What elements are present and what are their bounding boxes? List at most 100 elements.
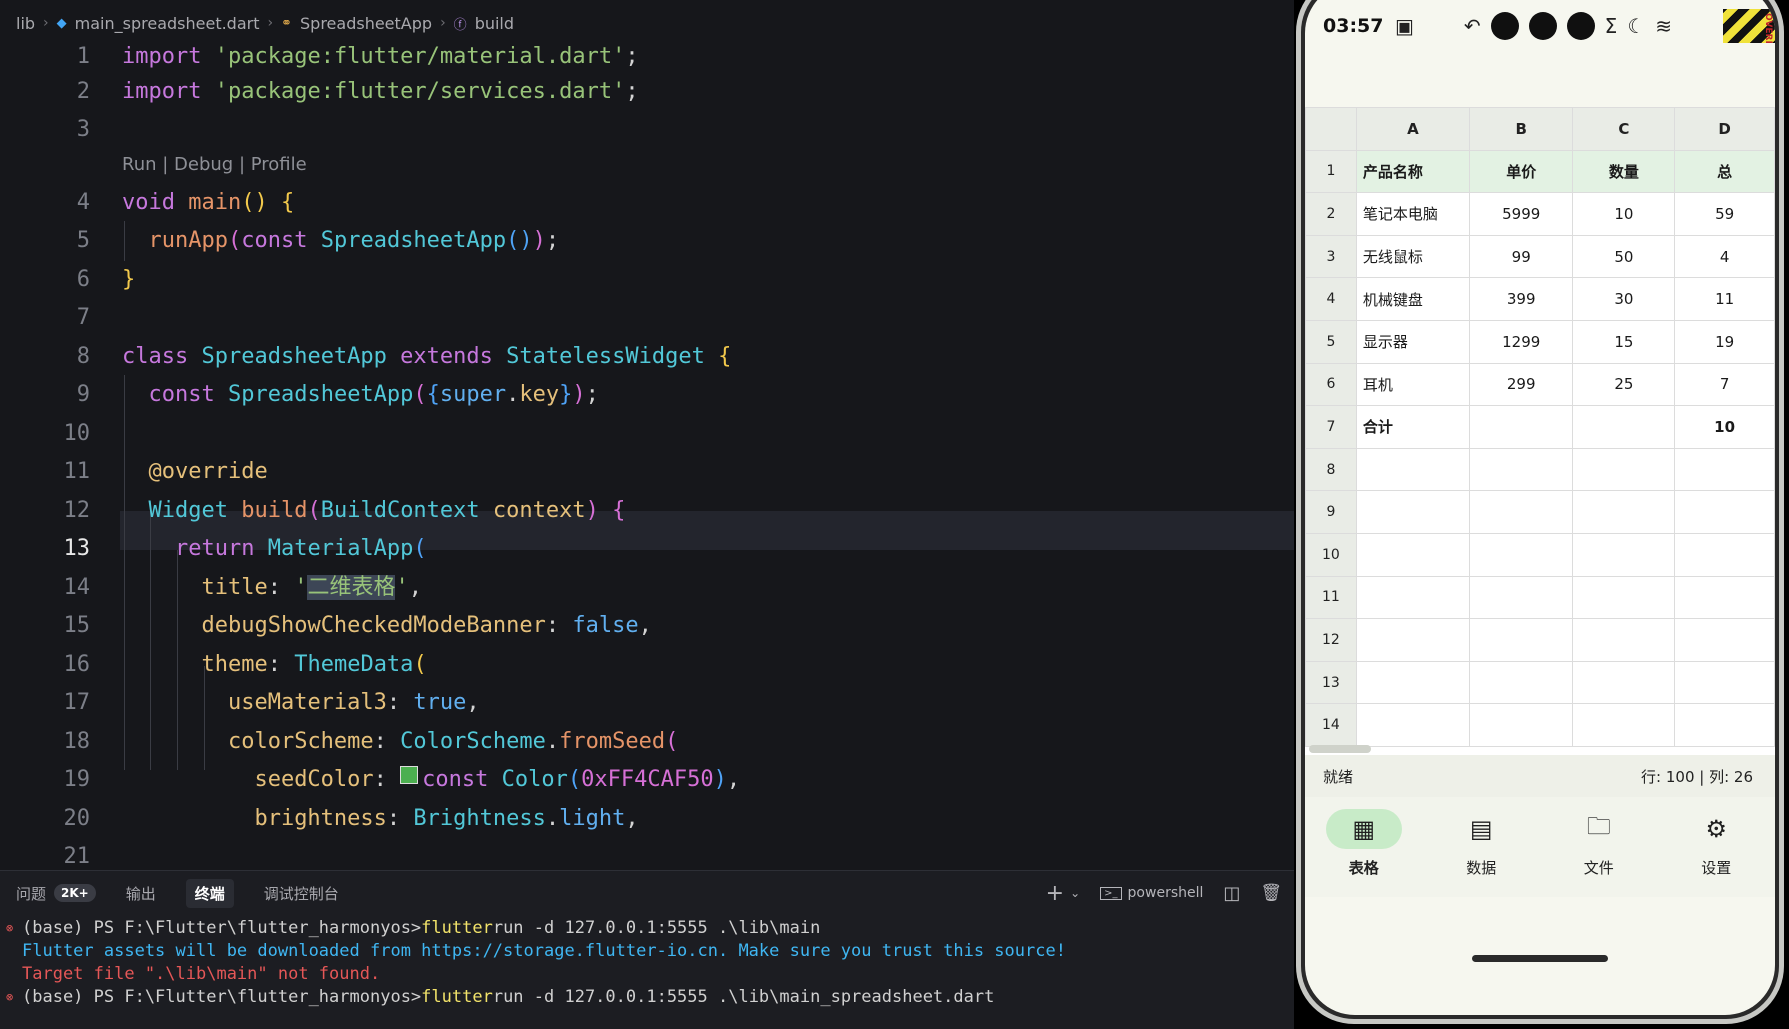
home-indicator[interactable] <box>1472 955 1608 962</box>
grid-cell[interactable]: 7 <box>1674 362 1775 407</box>
grid-cell[interactable] <box>1572 575 1676 620</box>
code-line[interactable]: colorScheme: ColorScheme.fromSeed( <box>122 723 678 762</box>
code-editor[interactable]: lib › ◆ main_spreadsheet.dart › ⚭ Spread… <box>0 0 1294 870</box>
nav-item-table[interactable]: ▦ 表格 <box>1309 809 1419 878</box>
grid-cell[interactable] <box>1468 575 1574 620</box>
grid-cell[interactable] <box>1355 532 1470 577</box>
row-header[interactable]: 2 <box>1305 192 1357 236</box>
grid-cell[interactable] <box>1355 660 1470 705</box>
tab-debug-console[interactable]: 调试控制台 <box>264 883 339 904</box>
grid-cell[interactable] <box>1674 490 1775 534</box>
row-header[interactable]: 5 <box>1305 319 1357 364</box>
grid-cell[interactable]: 19 <box>1674 319 1775 364</box>
new-terminal-icon[interactable]: + <box>1046 881 1064 906</box>
grid-cell[interactable]: 产品名称 <box>1355 149 1470 194</box>
row-header[interactable]: 7 <box>1305 405 1357 449</box>
row-header[interactable]: 3 <box>1305 234 1357 279</box>
code-line[interactable]: debugShowCheckedModeBanner: false, <box>122 607 651 646</box>
grid-cell[interactable] <box>1355 703 1470 747</box>
row-header[interactable]: 11 <box>1305 575 1357 620</box>
grid-cell[interactable] <box>1674 575 1775 620</box>
tab-terminal[interactable]: 终端 <box>185 878 234 908</box>
column-header-d[interactable]: D <box>1674 107 1775 151</box>
code-line[interactable]: class SpreadsheetApp extends StatelessWi… <box>122 338 731 377</box>
code-line[interactable]: runApp(const SpreadsheetApp()); <box>122 222 560 261</box>
grid-cell[interactable] <box>1674 532 1775 577</box>
selected-text[interactable]: 二维表格 <box>307 575 396 600</box>
grid-cell[interactable] <box>1355 490 1470 534</box>
code-line-active[interactable]: return MaterialApp( <box>122 530 427 569</box>
grid-cell[interactable] <box>1674 447 1775 492</box>
tab-problems[interactable]: 问题 2K+ <box>16 883 96 904</box>
grid-cell[interactable]: 1299 <box>1468 319 1574 364</box>
grid-cell[interactable] <box>1572 405 1676 449</box>
grid-cell[interactable] <box>1572 660 1676 705</box>
nav-item-settings[interactable]: ⚙ 设置 <box>1661 809 1771 878</box>
code-line[interactable]: Widget build(BuildContext context) { <box>122 492 626 531</box>
grid-cell[interactable]: 合计 <box>1355 405 1470 449</box>
grid-cell[interactable] <box>1674 660 1775 705</box>
code-line[interactable]: brightness: Brightness.light, <box>122 800 638 839</box>
nav-item-file[interactable]: 🗀 文件 <box>1544 809 1654 878</box>
terminal-shell-selector[interactable]: >_ powershell <box>1100 885 1203 901</box>
grid-cell[interactable] <box>1468 405 1574 449</box>
code-lens-run-debug-profile[interactable]: Run | Debug | Profile <box>122 146 307 184</box>
grid-cell[interactable]: 11 <box>1674 277 1775 321</box>
grid-cell[interactable]: 数量 <box>1572 149 1676 194</box>
code-line[interactable]: import 'package:flutter/material.dart'; <box>122 38 639 77</box>
grid-cell[interactable] <box>1468 618 1574 662</box>
grid-cell[interactable]: 99 <box>1468 234 1574 279</box>
row-header[interactable]: 9 <box>1305 490 1357 534</box>
grid-cell[interactable] <box>1468 660 1574 705</box>
grid-corner-cell[interactable] <box>1305 107 1357 151</box>
grid-cell[interactable]: 30 <box>1572 277 1676 321</box>
breadcrumb-item-lib[interactable]: lib <box>16 14 35 33</box>
grid-cell[interactable] <box>1572 447 1676 492</box>
grid-cell[interactable] <box>1468 532 1574 577</box>
breadcrumb-item-method[interactable]: build <box>475 14 514 33</box>
phone-screen[interactable]: 03:57 ▣ ↶ Σ ☾ ≋ OVERFLOWED <box>1305 0 1775 1015</box>
spreadsheet-grid[interactable]: A B C D 1 产品名称 单价 数量总 2 笔记本电脑 5999 10 59 3 无线鼠标 99 5… <box>1305 107 1775 755</box>
grid-cell[interactable]: 59 <box>1674 192 1775 236</box>
grid-cell[interactable]: 耳机 <box>1355 362 1470 407</box>
row-header[interactable]: 8 <box>1305 447 1357 492</box>
row-header[interactable]: 14 <box>1305 703 1357 747</box>
row-header[interactable]: 6 <box>1305 362 1357 407</box>
row-header[interactable]: 1 <box>1305 149 1357 194</box>
grid-cell[interactable]: 50 <box>1572 234 1676 279</box>
grid-cell[interactable]: 299 <box>1468 362 1574 407</box>
grid-cell[interactable] <box>1468 703 1574 747</box>
code-line[interactable]: const SpreadsheetApp({super.key}); <box>122 376 599 415</box>
grid-cell[interactable]: 399 <box>1468 277 1574 321</box>
grid-cell[interactable] <box>1468 490 1574 534</box>
grid-cell[interactable] <box>1572 703 1676 747</box>
grid-cell[interactable] <box>1355 575 1470 620</box>
code-line[interactable]: seedColor: const Color(0xFF4CAF50), <box>122 761 740 800</box>
code-line[interactable]: } <box>122 261 135 300</box>
grid-cell[interactable] <box>1674 618 1775 662</box>
code-line[interactable]: import 'package:flutter/services.dart'; <box>122 73 639 112</box>
breadcrumb-item-class[interactable]: SpreadsheetApp <box>300 14 432 33</box>
nav-item-data[interactable]: ▤ 数据 <box>1426 809 1536 878</box>
grid-cell[interactable]: 机械键盘 <box>1355 277 1470 321</box>
code-line[interactable]: title: '二维表格', <box>122 569 422 608</box>
horizontal-scrollbar[interactable] <box>1309 745 1371 753</box>
column-header-a[interactable]: A <box>1355 107 1470 151</box>
grid-cell[interactable] <box>1468 447 1574 492</box>
grid-cell[interactable]: 10 <box>1572 192 1676 236</box>
grid-cell[interactable]: 总 <box>1674 149 1775 194</box>
grid-cell[interactable] <box>1572 532 1676 577</box>
row-header[interactable]: 12 <box>1305 618 1357 662</box>
terminal-output[interactable]: ⊗ (base) PS F:\Flutter\flutter_harmonyos>… <box>0 915 1294 1011</box>
column-header-b[interactable]: B <box>1468 107 1574 151</box>
trash-icon[interactable]: 🗑 <box>1260 883 1282 903</box>
grid-cell[interactable]: 15 <box>1572 319 1676 364</box>
grid-cell[interactable]: 4 <box>1674 234 1775 279</box>
chevron-down-icon[interactable]: ⌄ <box>1070 886 1080 900</box>
grid-cell[interactable] <box>1572 618 1676 662</box>
row-header[interactable]: 4 <box>1305 277 1357 321</box>
row-header[interactable]: 10 <box>1305 532 1357 577</box>
breadcrumb-item-file[interactable]: main_spreadsheet.dart <box>75 14 260 33</box>
code-line[interactable]: useMaterial3: true, <box>122 684 480 723</box>
grid-cell[interactable]: 单价 <box>1468 149 1574 194</box>
